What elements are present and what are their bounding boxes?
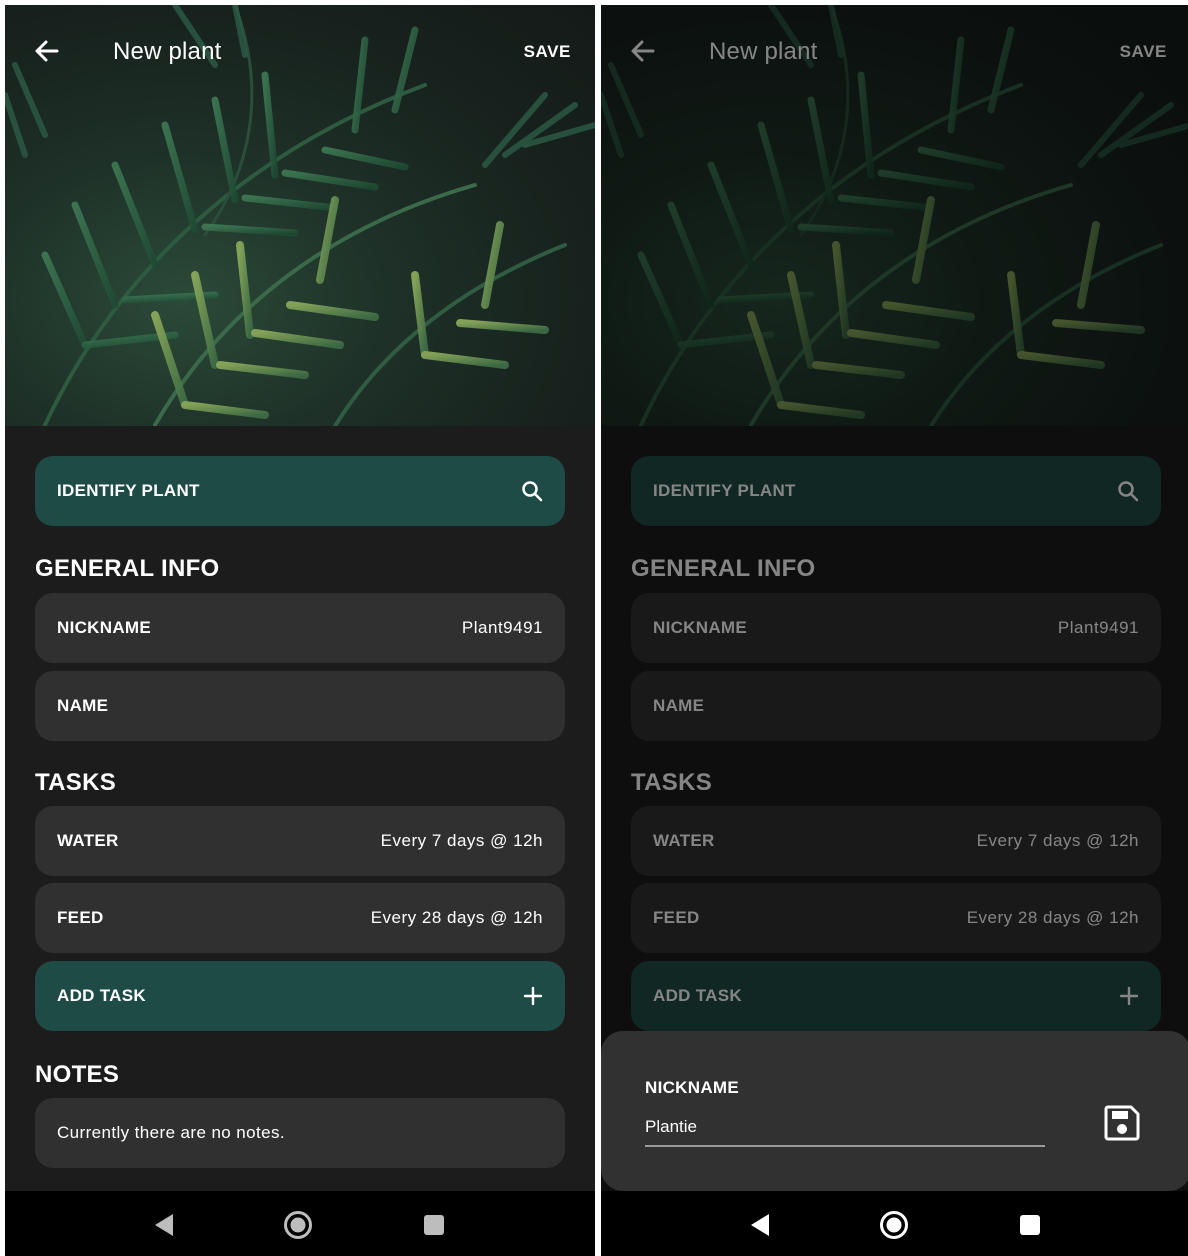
nav-recents-icon[interactable] [1019,1214,1041,1236]
add-task-label: ADD TASK [57,986,146,1005]
tasks-heading: TASKS [35,769,117,796]
identify-plant-button[interactable]: IDENTIFY PLANT [35,456,565,526]
notes-box[interactable]: Currently there are no notes. [35,1098,565,1168]
app-bar: New plant SAVE [5,5,595,101]
page-title: New plant [113,38,222,65]
task-row-feed[interactable]: FEED Every 28 days @ 12h [35,883,565,953]
task-row-water[interactable]: WATER Every 7 days @ 12h [35,806,565,876]
modal-scrim[interactable] [601,5,1188,1191]
system-navigation-bar [5,1191,595,1256]
nav-recents-icon[interactable] [423,1214,445,1236]
notes-heading: NOTES [35,1061,120,1088]
nav-home-icon[interactable] [879,1210,909,1240]
name-row[interactable]: NAME [35,671,565,741]
notes-text: Currently there are no notes. [57,1123,285,1142]
nickname-label: NICKNAME [57,618,152,637]
nickname-field-label: NICKNAME [645,1078,740,1097]
name-label: NAME [57,696,109,715]
phone-screen-right: New plant SAVE IDENTIFY PLANT GENERAL IN… [601,5,1188,1256]
edit-nickname-bottom-sheet: NICKNAME [601,1031,1188,1191]
nickname-input[interactable] [645,1109,1045,1147]
plus-icon [523,986,543,1006]
identify-plant-label: IDENTIFY PLANT [57,481,200,500]
task-label: FEED [57,908,104,927]
nickname-value: Plant9491 [461,618,543,637]
add-task-button[interactable]: ADD TASK [35,961,565,1031]
nickname-row[interactable]: NICKNAME Plant9491 [35,593,565,663]
arrow-left-icon[interactable] [29,33,65,69]
save-disk-icon[interactable] [1103,1104,1141,1142]
task-schedule: Every 28 days @ 12h [370,908,543,927]
task-schedule: Every 7 days @ 12h [380,831,543,850]
general-info-heading: GENERAL INFO [35,555,220,582]
task-label: WATER [57,831,119,850]
nav-back-icon[interactable] [153,1213,175,1237]
nav-back-icon[interactable] [749,1213,771,1237]
save-button[interactable]: SAVE [524,42,571,62]
search-icon [522,481,543,502]
phone-screen-left: New plant SAVE IDENTIFY PLANT GENERAL IN… [5,5,595,1256]
nav-home-icon[interactable] [283,1210,313,1240]
system-navigation-bar [601,1191,1188,1256]
form-content: IDENTIFY PLANT GENERAL INFO NICKNAME Pla… [5,426,595,1192]
